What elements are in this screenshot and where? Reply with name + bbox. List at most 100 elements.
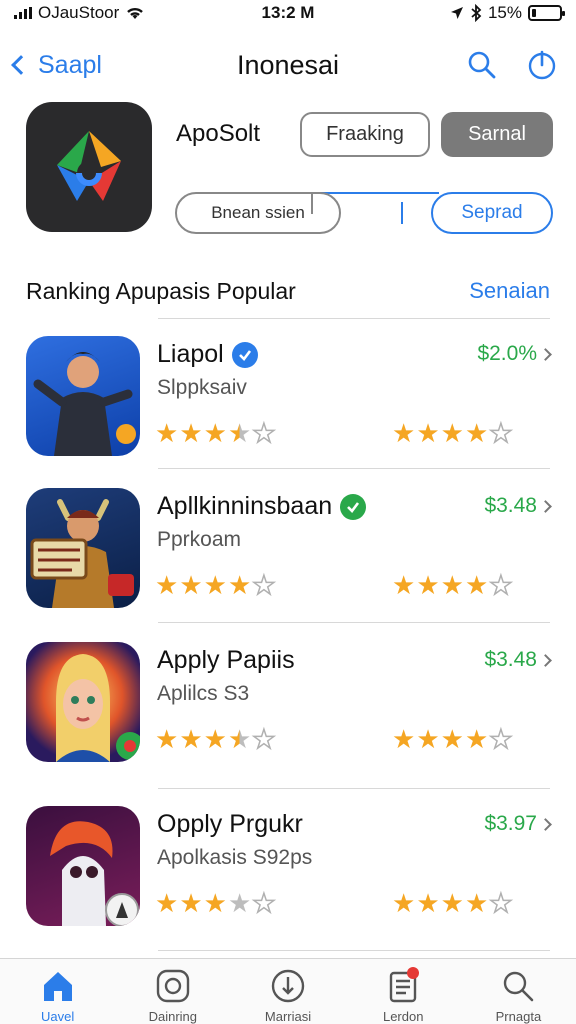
app-name: Apllkinninsbaan — [157, 492, 333, 520]
star-icon: ★ — [227, 570, 252, 600]
star-icon: ★ — [416, 724, 440, 754]
rating-stars: ★ ★ ★ ★ ★ — [155, 888, 276, 918]
tab-bar: Uavel Dainring Marriasi Lerdon Prnagta — [0, 958, 576, 1024]
star-icon: ★ — [203, 570, 227, 600]
star-icon: ★ — [440, 724, 464, 754]
star-icon: ★ — [392, 418, 416, 448]
rating-stars: ★ ★ ★ ★ ★ — [155, 570, 276, 600]
tab-list[interactable]: Lerdon — [346, 959, 461, 1024]
verified-badge-icon — [231, 341, 258, 368]
star-icon: ★ — [440, 888, 464, 918]
star-icon: ★ — [392, 570, 416, 600]
price-label: $2.0% — [477, 342, 537, 365]
star-icon: ★ — [440, 418, 464, 448]
star-icon: ★ — [227, 888, 252, 918]
tab-label: Marriasi — [264, 1009, 312, 1024]
divider — [158, 468, 550, 469]
nav-bar: Saapl Inonesai — [0, 40, 576, 90]
star-icon: ★ — [227, 418, 252, 448]
list-item[interactable]: Apllkinninsbaan Pprkoam $3.48 ★ ★ ★ ★ ★ ★ ★ ★ ★… — [0, 488, 576, 618]
bluetooth-icon — [471, 4, 482, 22]
see-all-link[interactable]: Senaian — [469, 278, 550, 304]
status-bar: OJauStoor 13:2 M 15% — [0, 0, 576, 26]
star-icon: ★ — [155, 888, 179, 918]
tab-search[interactable]: Prnagta — [461, 959, 576, 1024]
search-button[interactable] — [466, 49, 498, 81]
rating-stars: ★ ★ ★ ★ ★ — [155, 418, 276, 448]
star-icon: ★ — [155, 418, 179, 448]
tab-label: Uavel — [40, 1009, 75, 1024]
chevron-left-icon — [11, 55, 31, 75]
power-icon — [528, 50, 556, 80]
download-icon — [271, 969, 305, 1003]
star-icon: ★ — [464, 570, 489, 600]
app-subtitle: Aplilcs S3 — [157, 682, 250, 705]
star-icon: ★ — [179, 888, 203, 918]
price-label: $3.48 — [484, 494, 537, 517]
viking-character-icon — [26, 488, 140, 608]
tab-label: Dainring — [148, 1009, 198, 1024]
price-button[interactable]: $3.48 — [484, 648, 552, 672]
rating-stars: ★ ★ ★ ★ ★ — [392, 570, 513, 600]
search-icon — [504, 971, 534, 1002]
segment-right-button[interactable]: Seprad — [431, 192, 553, 234]
chevron-right-icon — [539, 653, 552, 667]
star-icon: ★ — [251, 724, 276, 754]
star-icon: ★ — [179, 418, 203, 448]
price-button[interactable]: $2.0% — [477, 342, 552, 366]
app-subtitle: Slppksaiv — [157, 376, 247, 399]
tab-label: Lerdon — [382, 1009, 424, 1024]
man-character-icon — [26, 336, 140, 456]
tab-home[interactable]: Uavel — [0, 959, 115, 1024]
price-label: $3.48 — [484, 648, 537, 671]
filter-filled-button[interactable]: Sarnal — [441, 112, 553, 157]
power-button[interactable] — [526, 49, 558, 81]
featured-app-name: ApoSolt — [176, 120, 261, 147]
filter-outline-button[interactable]: Fraaking — [300, 112, 430, 157]
rating-stars: ★ ★ ★ ★ ★ — [155, 724, 276, 754]
star-icon: ★ — [464, 724, 489, 754]
segmented-control: Bnean ssien Seprad — [175, 192, 553, 234]
signal-icon — [14, 7, 32, 19]
divider — [158, 622, 550, 623]
star-icon: ★ — [488, 888, 513, 918]
battery-icon — [528, 5, 565, 21]
tab-download[interactable]: Marriasi — [230, 959, 345, 1024]
rating-stars: ★ ★ ★ ★ ★ — [392, 724, 513, 754]
star-icon: ★ — [179, 570, 203, 600]
home-icon — [43, 972, 72, 1001]
star-icon: ★ — [251, 888, 276, 918]
star-icon: ★ — [488, 418, 513, 448]
star-icon: ★ — [203, 418, 227, 448]
star-icon: ★ — [251, 570, 276, 600]
price-button[interactable]: $3.97 — [484, 812, 552, 836]
list-item[interactable]: Opply Prgukr Apolkasis S92ps $3.97 ★ ★ ★ ★ ★… — [0, 806, 576, 936]
star-icon: ★ — [203, 724, 227, 754]
star-icon: ★ — [440, 570, 464, 600]
back-button[interactable]: Saapl — [11, 51, 102, 80]
price-button[interactable]: $3.48 — [484, 494, 552, 518]
star-icon: ★ — [155, 724, 179, 754]
star-icon: ★ — [464, 888, 489, 918]
chevron-right-icon — [539, 347, 552, 361]
rating-stars: ★ ★ ★ ★ ★ — [392, 888, 513, 918]
chevron-right-icon — [539, 817, 552, 831]
star-icon: ★ — [416, 888, 440, 918]
carrier-label: OJauStoor — [38, 3, 120, 22]
star-icon: ★ — [155, 570, 179, 600]
search-icon — [468, 51, 496, 79]
chevron-right-icon — [539, 499, 552, 513]
star-icon: ★ — [416, 570, 440, 600]
price-label: $3.97 — [484, 812, 537, 835]
star-icon: ★ — [227, 724, 252, 754]
segment-indicator — [401, 202, 403, 224]
segment-left-button[interactable]: Bnean ssien — [175, 192, 341, 234]
list-item[interactable]: Liapol Slppksaiv $2.0% ★ ★ ★ ★ ★ ★ ★ ★ ★ ★ — [0, 336, 576, 466]
location-icon — [450, 7, 463, 19]
list-item[interactable]: Apply Papiis Aplilcs S3 $3.48 ★ ★ ★ ★ ★ ★ ★ ★ ★… — [0, 642, 576, 772]
featured-app-icon[interactable] — [26, 102, 152, 232]
tab-camera[interactable]: Dainring — [115, 959, 230, 1024]
rating-stars: ★ ★ ★ ★ ★ — [392, 418, 513, 448]
star-icon: ★ — [488, 724, 513, 754]
app-logo-icon — [57, 131, 121, 201]
